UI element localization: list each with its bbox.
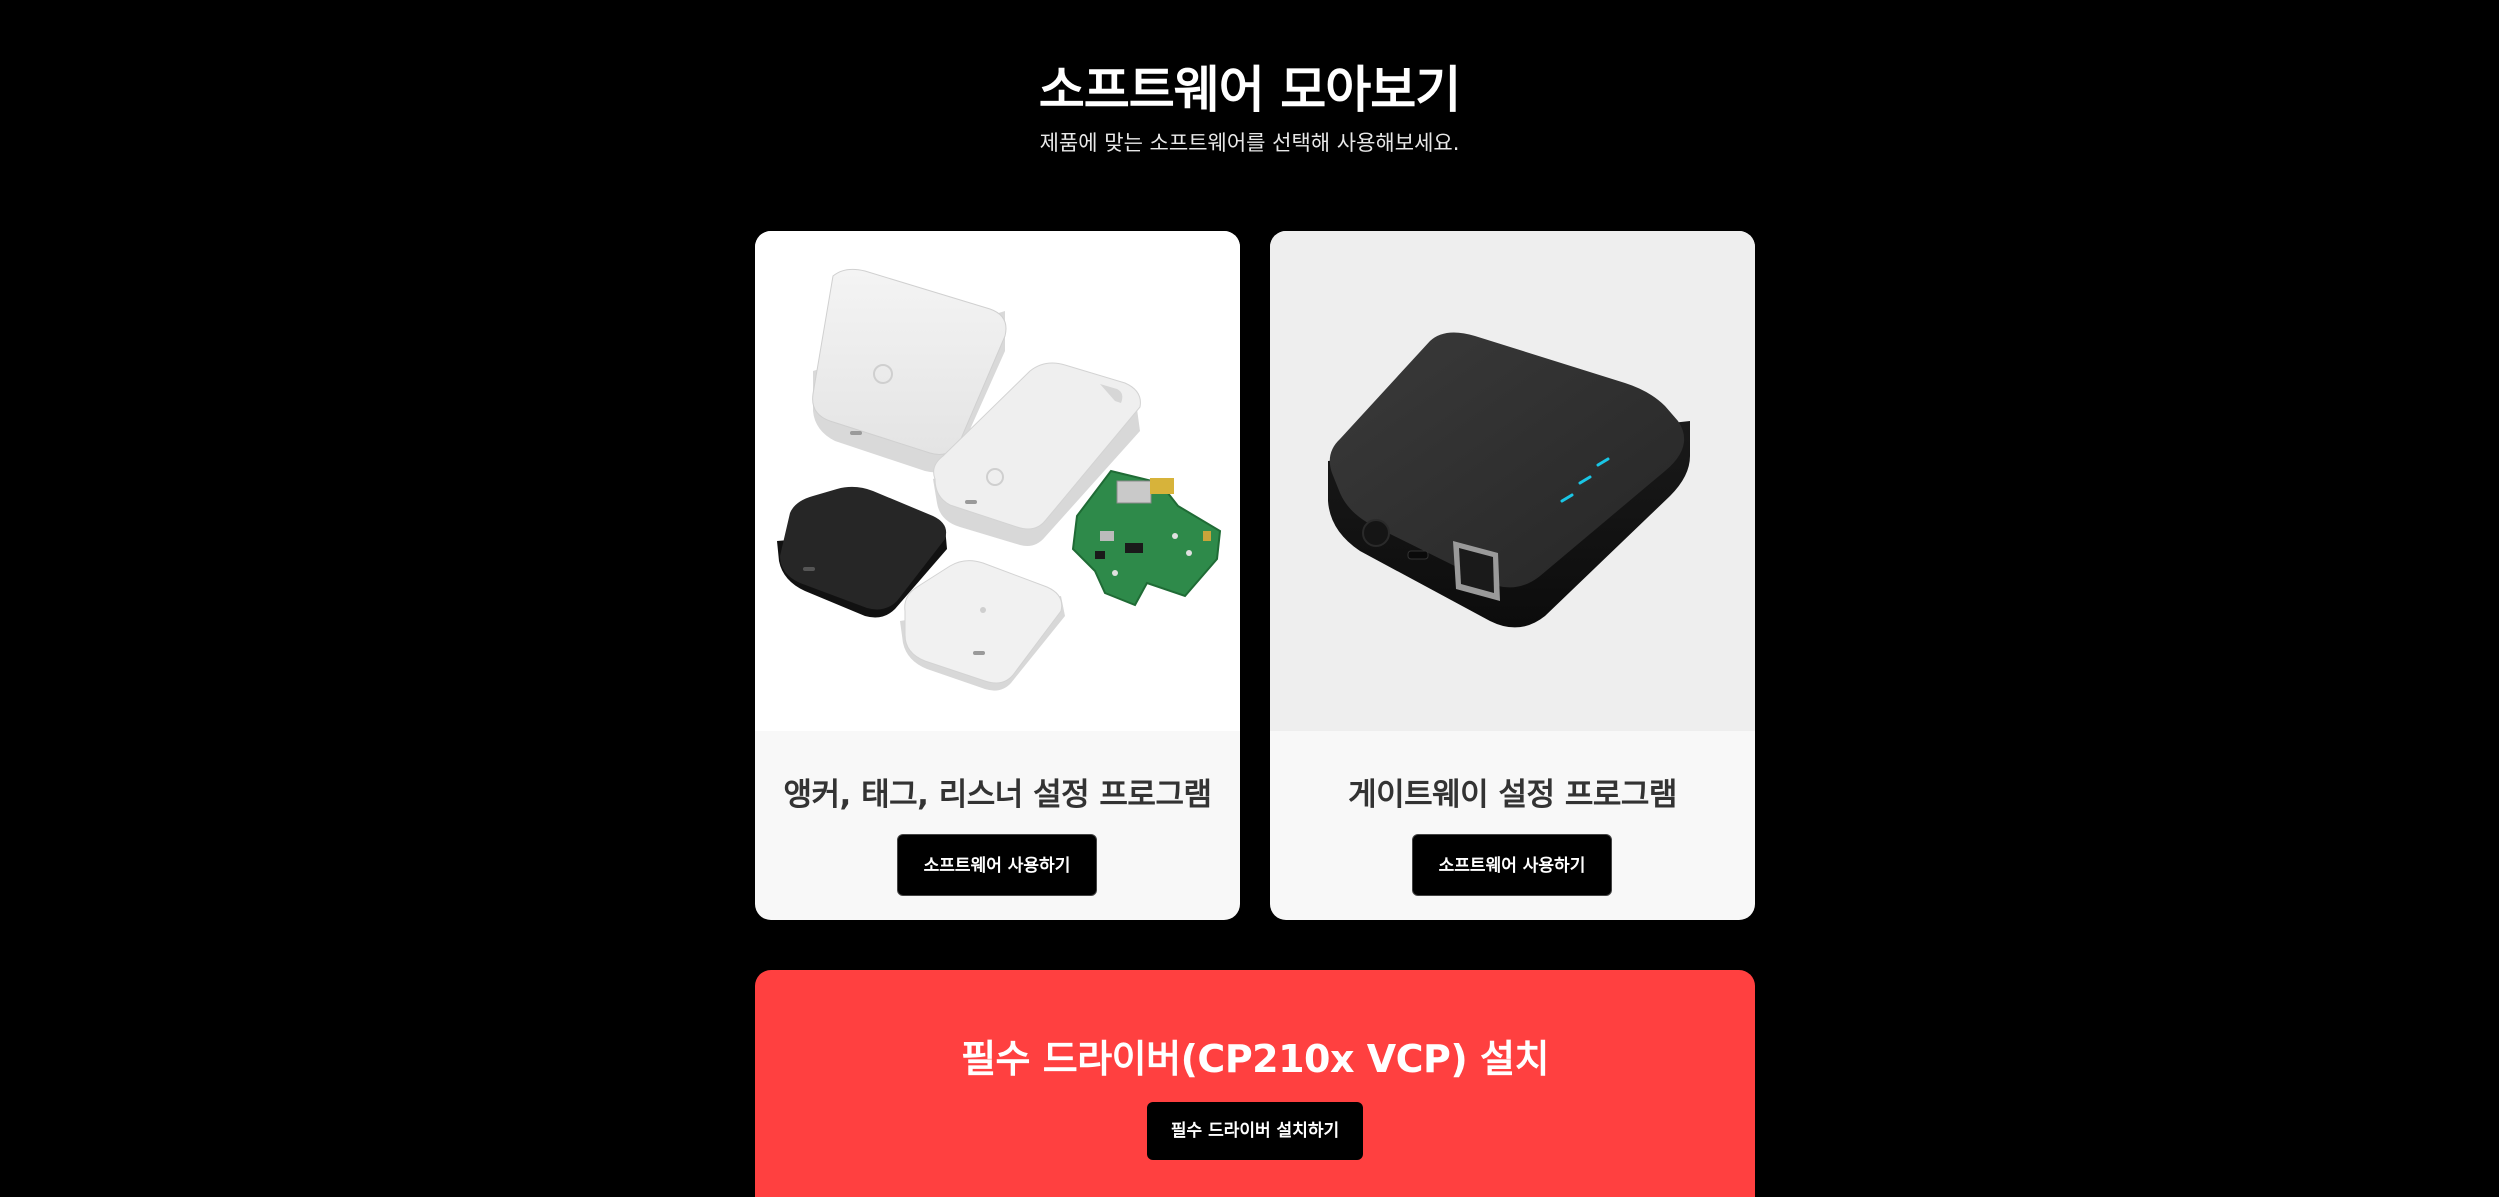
install-driver-button[interactable]: 필수 드라이버 설치하기 (1147, 1102, 1363, 1160)
page-subtitle: 제품에 맞는 소프트웨어를 선택해 사용해보세요. (1039, 131, 1460, 155)
card-title: 앵커, 태그, 리스너 설정 프로그램 (783, 777, 1212, 813)
card-title: 게이트웨이 설정 프로그램 (1348, 777, 1677, 813)
page-title: 소프트웨어 모아보기 (1038, 61, 1461, 119)
product-image-gateway (1270, 231, 1755, 731)
use-software-button[interactable]: 소프트웨어 사용하기 (1412, 834, 1612, 896)
card-gateway: 게이트웨이 설정 프로그램 소프트웨어 사용하기 (1270, 231, 1755, 920)
driver-banner: 필수 드라이버(CP210x VCP) 설치 필수 드라이버 설치하기 (755, 970, 1755, 1197)
page-header: 소프트웨어 모아보기 (0, 58, 2499, 122)
software-page: 소프트웨어 모아보기 제품에 맞는 소프트웨어를 선택해 사용해보세요. 앵커,… (0, 0, 2499, 1197)
use-software-button[interactable]: 소프트웨어 사용하기 (897, 834, 1097, 896)
driver-title: 필수 드라이버(CP210x VCP) 설치 (961, 1037, 1549, 1081)
card-anchor-tag-listener: 앵커, 태그, 리스너 설정 프로그램 소프트웨어 사용하기 (755, 231, 1240, 920)
product-image-anchor-tag-listener (755, 231, 1240, 731)
